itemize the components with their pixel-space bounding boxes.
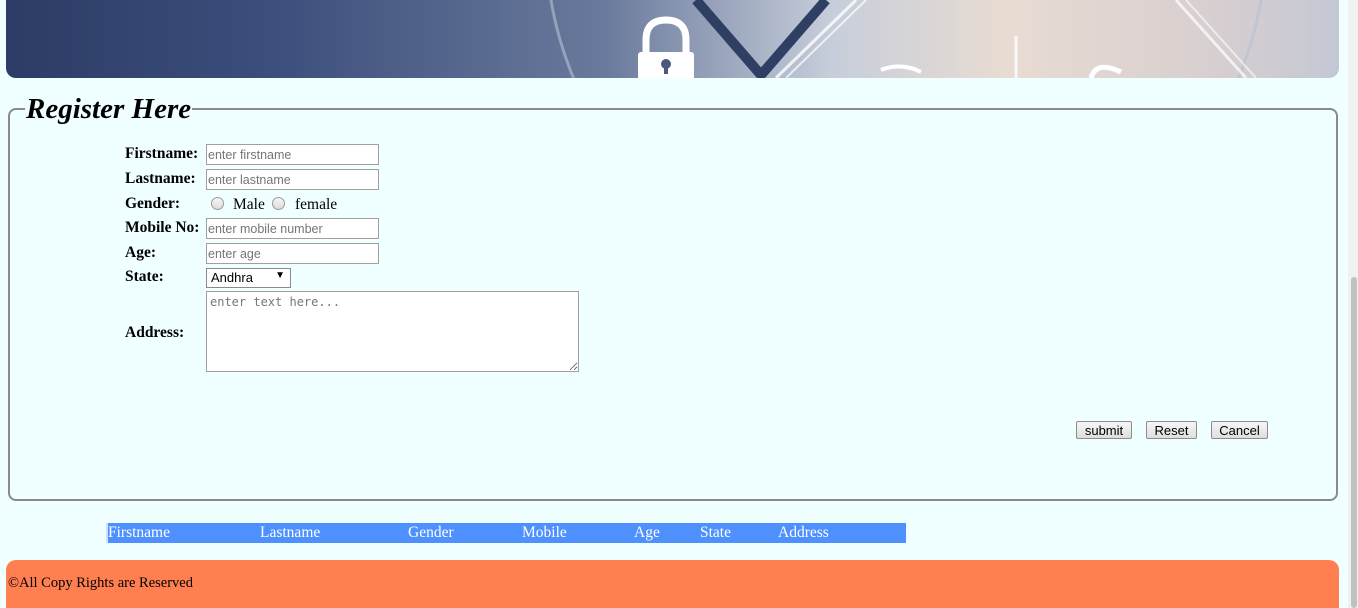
gender-male-label: Male: [233, 196, 265, 213]
header-banner: [6, 0, 1339, 78]
state-label: State:: [125, 268, 164, 285]
table-header-lastname: Lastname: [260, 524, 321, 541]
gender-label: Gender:: [125, 195, 181, 212]
firstname-label: Firstname:: [125, 145, 199, 162]
address-textarea[interactable]: [206, 291, 579, 372]
table-header-mobile: Mobile: [522, 524, 567, 541]
address-label: Address:: [125, 324, 185, 341]
firstname-input[interactable]: [206, 144, 379, 165]
cancel-button[interactable]: Cancel: [1211, 421, 1268, 439]
mobile-input[interactable]: [206, 218, 379, 239]
lastname-input[interactable]: [206, 169, 379, 190]
table-header-address: Address: [778, 524, 829, 541]
age-label: Age:: [125, 244, 156, 261]
gender-male-radio[interactable]: [211, 197, 224, 210]
footer: ©All Copy Rights are Reserved: [6, 560, 1339, 608]
age-input[interactable]: [206, 243, 379, 264]
submit-button[interactable]: submit: [1076, 421, 1132, 439]
scrollbar-thumb[interactable]: [1351, 277, 1357, 608]
table-header-state: State: [700, 524, 731, 541]
dropdown-arrow-icon: ▼: [275, 270, 285, 281]
table-header-firstname: Firstname: [108, 524, 170, 541]
reset-button[interactable]: Reset: [1146, 421, 1197, 439]
table-header-age: Age: [634, 524, 660, 541]
lock-icon: [638, 16, 694, 78]
gender-female-radio[interactable]: [272, 197, 285, 210]
state-selected-value: Andhra: [211, 270, 253, 285]
state-select[interactable]: Andhra ▼: [206, 268, 291, 288]
table-header-gender: Gender: [408, 524, 454, 541]
mobile-label: Mobile No:: [125, 219, 200, 236]
form-legend: Register Here: [26, 93, 192, 125]
gender-female-label: female: [295, 196, 338, 213]
records-table-header: Firstname Lastname Gender Mobile Age Sta…: [106, 523, 906, 543]
copyright-text: ©All Copy Rights are Reserved: [8, 575, 193, 591]
lastname-label: Lastname:: [125, 170, 196, 187]
